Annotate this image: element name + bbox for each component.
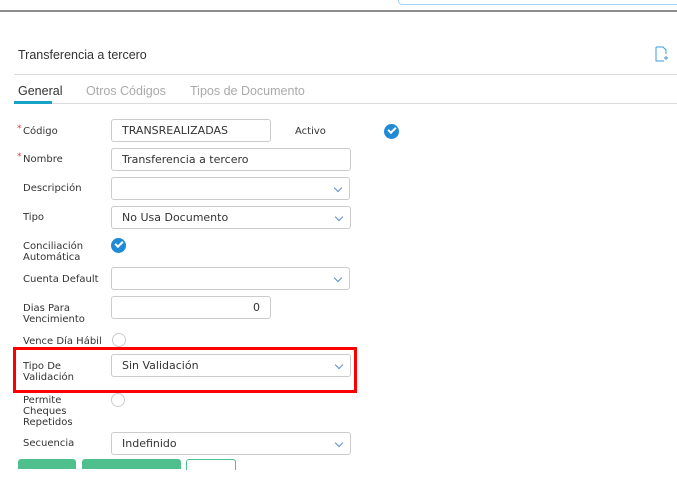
vence-dia-habil-label: Vence Día Hábil xyxy=(23,336,102,347)
tab-general[interactable]: General xyxy=(18,84,62,98)
conciliacion-label: Conciliación Automática xyxy=(23,241,84,263)
tipo-validacion-select[interactable]: Sin Validación xyxy=(111,354,351,377)
save-and-new-button[interactable] xyxy=(82,459,181,469)
codigo-label: * Código xyxy=(17,124,58,137)
dias-vencimiento-input[interactable]: 0 xyxy=(111,296,271,319)
tab-otros-codigos[interactable]: Otros Códigos xyxy=(86,84,166,98)
top-search-input[interactable] xyxy=(398,0,677,5)
permite-cheques-checkbox[interactable] xyxy=(111,393,125,407)
page-title: Transferencia a tercero xyxy=(18,48,147,62)
tipo-label: Tipo xyxy=(23,212,45,223)
cuenta-default-label: Cuenta Default xyxy=(23,274,99,285)
activo-checkbox[interactable] xyxy=(384,124,399,139)
top-divider xyxy=(0,10,677,12)
conciliacion-checkbox[interactable] xyxy=(111,238,126,253)
tabs-divider xyxy=(14,103,677,104)
active-tab-indicator xyxy=(14,101,52,104)
secuencia-label: Secuencia xyxy=(23,438,75,449)
tipo-validacion-label: Tipo De Validación xyxy=(23,361,74,383)
permite-cheques-label: Permite Cheques Repetidos xyxy=(23,395,73,428)
secuencia-select[interactable]: Indefinido xyxy=(111,432,351,455)
dias-vencimiento-label: Dias Para Vencimiento xyxy=(23,303,85,325)
vence-dia-habil-checkbox[interactable] xyxy=(112,333,126,347)
cancel-button[interactable] xyxy=(186,459,236,470)
tab-tipos-documento[interactable]: Tipos de Documento xyxy=(190,84,305,98)
tipo-select[interactable]: No Usa Documento xyxy=(111,206,351,229)
descripcion-select[interactable] xyxy=(111,177,350,200)
codigo-input[interactable]: TRANSREALIZADAS xyxy=(111,119,271,142)
activo-label: Activo xyxy=(295,126,326,137)
cuenta-default-select[interactable] xyxy=(111,267,350,290)
title-divider xyxy=(14,74,677,75)
new-document-icon[interactable] xyxy=(655,46,669,66)
save-button[interactable] xyxy=(18,459,76,469)
nombre-input[interactable]: Transferencia a tercero xyxy=(111,148,351,171)
descripcion-label: Descripción xyxy=(23,183,82,194)
nombre-label: * Nombre xyxy=(17,152,63,165)
